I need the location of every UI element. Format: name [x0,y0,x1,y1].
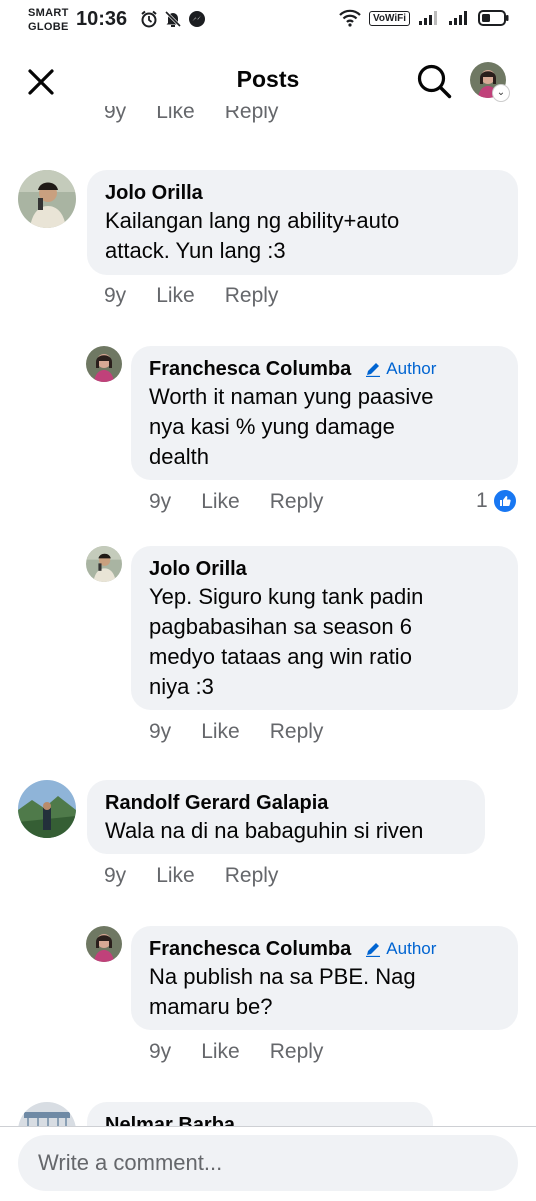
comment-input[interactable] [18,1135,518,1191]
comment-text: attack. Yun lang :3 [105,238,286,263]
avatar[interactable] [86,546,122,582]
signal-icon-2 [449,11,467,25]
pencil-icon [366,943,381,957]
comment-text: pagbabasihan sa season 6 [149,614,412,639]
clock: 10:36 [76,8,128,30]
wifi-icon [339,9,361,27]
avatar-franchesca-photo [86,346,122,382]
page-title: Posts [236,66,300,92]
comment-actions: 9y Like Reply [149,720,353,744]
comment: Jolo Orilla Kailangan lang ng ability+au… [0,170,536,320]
reaction-count: 1 [476,489,488,512]
reply-button[interactable]: Reply [270,720,324,744]
comment-age: 9y [104,106,127,123]
reply-button[interactable]: Reply [225,284,279,308]
avatar-franchesca-photo [86,926,122,962]
comment-bubble[interactable]: Franchesca Columba Author Worth it naman… [131,346,518,480]
chevron-down-icon[interactable]: ⌄ [492,84,510,102]
author-badge-label: Author [386,939,437,958]
comment-author[interactable]: Franchesca Columba [149,936,351,962]
comment-age: 9y [149,490,172,513]
like-button[interactable]: Like [201,720,240,744]
avatar[interactable] [18,1102,76,1126]
comment-age: 9y [104,284,127,307]
reply-button[interactable]: Reply [225,106,279,124]
comment-text: nya kasi % yung damage [149,414,395,439]
comment-author[interactable]: Nelmar Barba [105,1112,417,1126]
like-button[interactable]: Like [156,106,195,124]
avatar[interactable] [86,346,122,382]
mute-icon [164,10,182,28]
reply-button[interactable]: Reply [270,1040,324,1064]
comment-bubble[interactable]: Franchesca Columba Author Na publish na … [131,926,518,1030]
author-badge: Author [365,936,436,962]
avatar-nelmar-photo [18,1102,76,1126]
comment-reply: Franchesca Columba Author Na publish na … [0,926,536,1076]
comment-author-row: Franchesca Columba Author [149,936,502,962]
comment-author[interactable]: Franchesca Columba [149,356,351,382]
comment-text: Worth it naman yung paasive [149,384,434,409]
comment-actions: 9y Like Reply [104,864,308,888]
comment-text: medyo tataas ang win ratio [149,644,412,669]
comment-bubble[interactable]: Randolf Gerard Galapia Wala na di na bab… [87,780,485,854]
comment-age: 9y [149,1040,172,1063]
like-button[interactable]: Like [156,284,195,308]
alarm-icon [141,10,157,28]
author-badge: Author [365,356,436,382]
avatar[interactable] [18,170,76,228]
comment-text: Yep. Siguro kung tank padin [149,584,424,609]
comment-reply: Franchesca Columba Author Worth it naman… [0,346,536,526]
reply-button[interactable]: Reply [225,864,279,888]
signal-icon [419,11,437,25]
carrier-label: SMART GLOBE [28,7,69,33]
comment-author[interactable]: Randolf Gerard Galapia [105,790,469,816]
comment-author-row: Franchesca Columba Author [149,356,502,382]
notification-icons [140,10,206,28]
avatar-jolo-photo [18,170,76,228]
author-badge-label: Author [386,359,437,378]
vowifi-badge: VoWiFi [368,10,410,26]
comment-text: Kailangan lang ng ability+auto [105,208,400,233]
top-app-bar: Posts ⌄ [0,56,536,106]
comment-text: Wala na di na babaguhin si riven [105,818,424,843]
comment-actions: 9y Like Reply [149,490,353,514]
search-button[interactable] [416,63,452,99]
comment-actions: 9y Like Reply [104,106,308,124]
comment: Randolf Gerard Galapia Wala na di na bab… [0,780,536,900]
status-bar: SMART GLOBE 10:36 VoWiFi [0,0,536,44]
avatar-jolo-photo [86,546,122,582]
comment-bubble[interactable]: Nelmar Barba [87,1102,433,1126]
comment-text: niya :3 [149,674,214,699]
comment-text: Na publish na sa PBE. Nag [149,964,416,989]
search-icon [417,64,452,99]
comment-author[interactable]: Jolo Orilla [149,556,502,582]
comment-reply: Jolo Orilla Yep. Siguro kung tank padin … [0,546,536,746]
reply-button[interactable]: Reply [270,490,324,514]
like-button[interactable]: Like [201,1040,240,1064]
comment-author[interactable]: Jolo Orilla [105,180,502,206]
avatar-randolf-photo [18,780,76,838]
like-button[interactable]: Like [156,864,195,888]
reaction-summary[interactable]: 1 [476,488,518,514]
comment-bubble[interactable]: Jolo Orilla Kailangan lang ng ability+au… [87,170,518,275]
battery-icon [478,10,509,26]
comment: Nelmar Barba [0,1102,536,1126]
comment-text: mamaru be? [149,994,273,1019]
comment-composer [0,1126,536,1201]
system-icons: VoWiFi [339,9,510,27]
comment-age: 9y [149,720,172,743]
avatar[interactable] [86,926,122,962]
pencil-icon [366,363,381,377]
comment-age: 9y [104,864,127,887]
like-button[interactable]: Like [201,490,240,514]
messenger-icon [189,11,205,27]
comment-bubble[interactable]: Jolo Orilla Yep. Siguro kung tank padin … [131,546,518,710]
avatar[interactable] [18,780,76,838]
comment-text: dealth [149,444,209,469]
like-reaction-icon [491,488,518,514]
comment-actions: 9y Like Reply [104,284,308,308]
comments-list: 9y Like Reply Jolo Orilla Kailangan lang… [0,106,536,1126]
comment-actions: 9y Like Reply [149,1040,353,1064]
